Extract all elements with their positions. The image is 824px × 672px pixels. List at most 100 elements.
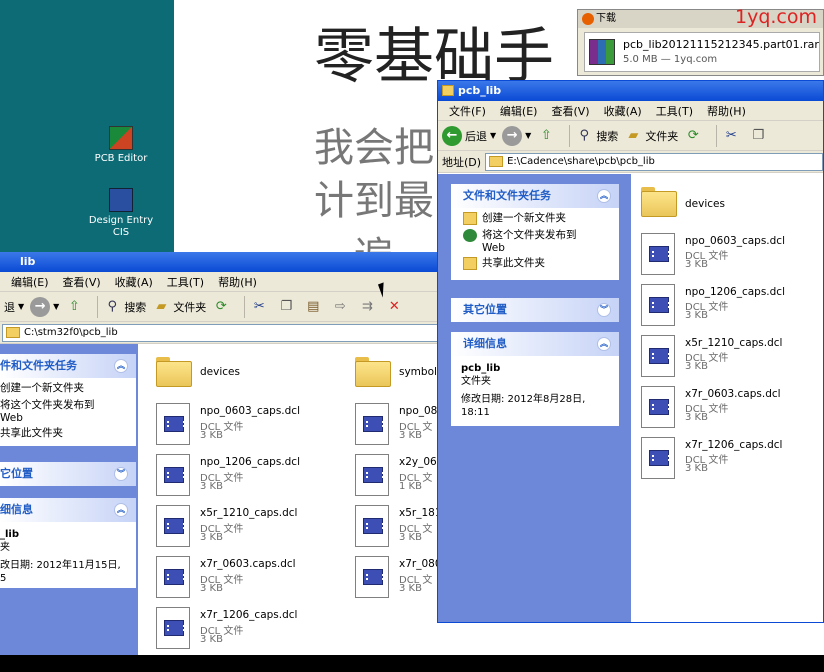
dropdown-arrow-icon: ▼	[53, 302, 60, 311]
collapse-chevron-icon[interactable]: ︽	[114, 503, 128, 517]
expand-chevron-icon[interactable]: ︾	[597, 303, 611, 317]
details-header[interactable]: 详细信息 ︽	[451, 332, 619, 356]
menu-edit[interactable]: 编辑(E)	[4, 274, 56, 290]
file-item[interactable]: x5r_1210_caps.dcl DCL 文件 3 KB	[156, 505, 336, 553]
menu-tools[interactable]: 工具(T)	[160, 274, 211, 290]
up-folder-button[interactable]: ⇧	[65, 298, 86, 316]
toolbar-separator	[569, 124, 571, 147]
file-name: npo_1206_caps.dcl	[685, 286, 786, 298]
copy-button[interactable]: ❐	[277, 298, 298, 316]
file-size: 3 KB	[200, 634, 223, 645]
file-size: 3 KB	[399, 532, 422, 543]
forward-button[interactable]: → ▼	[502, 125, 531, 146]
details-type: 文件夹	[461, 376, 491, 387]
search-label: 搜索	[596, 129, 619, 143]
search-label: 搜索	[124, 300, 147, 314]
task-new-folder[interactable]: 创建一个新文件夹	[0, 382, 136, 399]
explorer-window-back: lib 编辑(E) 查看(V) 收藏(A) 工具(T) 帮助(H) 退 ▼ → ▼ …	[0, 252, 440, 655]
search-button[interactable]: ⚲ 搜索	[103, 298, 147, 316]
task-publish-web[interactable]: 将这个文件夹发布到 Web	[451, 229, 619, 257]
file-item[interactable]: npo_0603_caps.dcl DCL 文件 3 KB	[156, 403, 336, 451]
file-item[interactable]: npo_1206_caps.dcl DCL 文件 3 KB	[156, 454, 336, 502]
file-tasks-header[interactable]: 文件和文件夹任务 ︽	[451, 184, 619, 208]
file-item-folder[interactable]: devices	[641, 184, 821, 232]
desktop-icon-pcb-editor[interactable]: PCB Editor	[86, 126, 156, 165]
details-type: 夹	[0, 542, 10, 553]
menu-help[interactable]: 帮助(H)	[211, 274, 264, 290]
menu-view[interactable]: 查看(V)	[56, 274, 108, 290]
refresh-button[interactable]: ⟳	[212, 298, 233, 316]
back-button[interactable]: ← 后退 ▼	[442, 125, 496, 146]
details-name: _lib	[0, 529, 20, 540]
menu-favorites[interactable]: 收藏(A)	[108, 274, 160, 290]
task-publish-web[interactable]: 将这个文件夹发布到 Web	[0, 399, 136, 427]
other-places-header[interactable]: 它位置 ︾	[0, 462, 136, 486]
address-field[interactable]: C:\stm32f0\pcb_lib	[2, 323, 440, 342]
file-size: 3 KB	[399, 583, 422, 594]
details-time: 5	[0, 573, 7, 584]
other-places-header[interactable]: 其它位置 ︾	[451, 298, 619, 322]
task-label: 将这个文件夹发布到 Web	[482, 229, 577, 254]
file-item[interactable]: x2y_060 DCL 文1 KB	[355, 454, 440, 502]
file-tasks-header[interactable]: 件和文件夹任务 ︽	[0, 354, 136, 378]
cut-button[interactable]: ✂	[722, 127, 743, 145]
menu-help[interactable]: 帮助(H)	[700, 103, 753, 119]
cut-button[interactable]: ✂	[250, 298, 271, 316]
file-item[interactable]: npo_0603_caps.dcl DCL 文件 3 KB	[641, 233, 821, 281]
task-new-folder[interactable]: 创建一个新文件夹	[451, 212, 619, 229]
file-item[interactable]: x7r_080 DCL 文3 KB	[355, 556, 440, 604]
file-item[interactable]: npo_1206_caps.dcl DCL 文件 3 KB	[641, 284, 821, 332]
refresh-button[interactable]: ⟳	[684, 127, 705, 145]
panel-title: 件和文件夹任务	[0, 359, 77, 372]
file-size: 3 KB	[685, 412, 708, 423]
back-button[interactable]: 退 ▼	[4, 299, 24, 315]
file-item-folder[interactable]: symbols	[355, 354, 440, 402]
menu-file[interactable]: 文件(F)	[442, 103, 493, 119]
file-item-folder[interactable]: devices	[156, 354, 336, 402]
file-item[interactable]: x5r_1210_caps.dcl DCL 文件 3 KB	[641, 335, 821, 383]
file-list: devices npo_0603_caps.dcl DCL 文件 3 KB npo_…	[138, 344, 440, 655]
menu-bar: 文件(F) 编辑(E) 查看(V) 收藏(A) 工具(T) 帮助(H)	[438, 101, 823, 121]
window-titlebar[interactable]: pcb_lib	[438, 81, 823, 101]
new-folder-icon	[463, 212, 477, 225]
up-arrow-icon: ⇧	[540, 127, 552, 143]
move-to-button[interactable]: ⇨	[331, 298, 352, 316]
file-item[interactable]: x7r_1206_caps.dcl DCL 文件 3 KB	[641, 437, 821, 485]
file-name: x7r_0603.caps.dcl	[200, 558, 296, 570]
file-item[interactable]: x7r_0603.caps.dcl DCL 文件 3 KB	[156, 556, 336, 604]
download-item[interactable]: pcb_lib20121115212345.part01.rar 5.0 MB …	[584, 32, 820, 72]
file-item[interactable]: npo_080 DCL 文3 KB	[355, 403, 440, 451]
folders-button[interactable]: ▰ 文件夹	[624, 127, 678, 145]
collapse-chevron-icon[interactable]: ︽	[597, 337, 611, 351]
details-header[interactable]: 细信息 ︽	[0, 498, 136, 522]
file-item[interactable]: x7r_0603.caps.dcl DCL 文件 3 KB	[641, 386, 821, 434]
delete-button[interactable]: ✕	[385, 298, 406, 316]
paste-button[interactable]: ▤	[304, 298, 325, 316]
file-size: 3 KB	[200, 481, 223, 492]
file-name: x5r_181	[399, 507, 440, 519]
desktop-icon-design-entry-cis[interactable]: Design Entry CIS	[86, 188, 156, 239]
expand-chevron-icon[interactable]: ︾	[114, 467, 128, 481]
search-button[interactable]: ⚲ 搜索	[575, 127, 619, 145]
folders-button[interactable]: ▰ 文件夹	[152, 298, 206, 316]
file-item[interactable]: x7r_1206_caps.dcl DCL 文件 3 KB	[156, 607, 336, 655]
forward-button[interactable]: → ▼	[30, 296, 60, 317]
copy-button[interactable]: ❐	[749, 127, 770, 145]
copy-to-button[interactable]: ⇉	[358, 298, 379, 316]
forward-arrow-icon: →	[502, 125, 523, 146]
task-share-folder[interactable]: 共享此文件夹	[0, 427, 136, 444]
collapse-chevron-icon[interactable]: ︽	[114, 359, 128, 373]
file-name: npo_1206_caps.dcl	[200, 456, 301, 468]
menu-view[interactable]: 查看(V)	[544, 103, 596, 119]
dcl-file-icon	[641, 437, 675, 479]
task-share-folder[interactable]: 共享此文件夹	[451, 257, 619, 274]
dcl-file-icon	[156, 607, 190, 649]
menu-favorites[interactable]: 收藏(A)	[597, 103, 649, 119]
menu-tools[interactable]: 工具(T)	[649, 103, 700, 119]
file-item[interactable]: x5r_181 DCL 文3 KB	[355, 505, 440, 553]
menu-edit[interactable]: 编辑(E)	[493, 103, 545, 119]
address-field[interactable]: E:\Cadence\share\pcb\pcb_lib	[485, 152, 823, 171]
window-titlebar[interactable]: lib	[0, 252, 440, 272]
collapse-chevron-icon[interactable]: ︽	[597, 189, 611, 203]
up-folder-button[interactable]: ⇧	[537, 127, 558, 145]
